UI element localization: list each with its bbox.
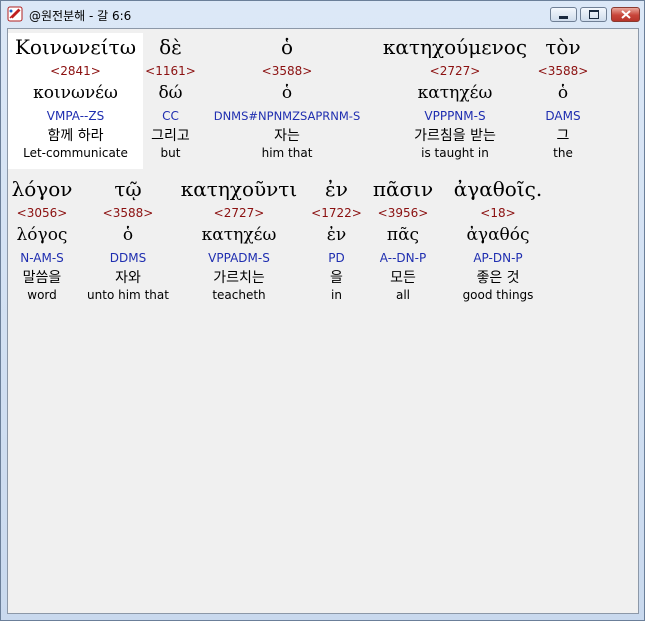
korean-gloss: 자와 <box>115 270 141 286</box>
greek-word[interactable]: ὁ <box>198 33 376 61</box>
lemma: κατηχέω <box>201 225 277 245</box>
korean-gloss: 좋은 것 <box>476 270 520 286</box>
word-block[interactable]: λόγον <3056> λόγος N-AM-S 말씀을 word <box>8 175 76 303</box>
greek-word[interactable]: ἐν <box>304 175 369 203</box>
strong-number[interactable]: <3588> <box>198 61 376 81</box>
greek-word[interactable]: δὲ <box>143 33 198 61</box>
lemma: λόγος <box>16 225 68 245</box>
maximize-button[interactable] <box>580 7 607 22</box>
word-block[interactable]: κατηχούμενος <2727> κατηχέω VPPPNM-S 가르침… <box>376 33 534 161</box>
korean-gloss: 가르침을 받는 <box>414 128 496 144</box>
morphology-code[interactable]: DDMS <box>82 247 174 269</box>
greek-word[interactable]: Κοινωνείτω <box>8 33 143 61</box>
word-block[interactable]: τὸν <3588> ὁ DAMS 그 the <box>534 33 592 161</box>
minimize-icon <box>559 15 568 19</box>
app-window: @원전분해 - 갈 6:6 Κοινωνείτω <2841> κοινωνέω… <box>0 0 645 621</box>
word-block[interactable]: πᾶσιν <3956> πᾶς A--DN-P 모든 all <box>369 175 437 303</box>
strong-number[interactable]: <3056> <box>8 203 76 223</box>
lemma: ὁ <box>281 83 293 103</box>
close-icon <box>620 10 631 19</box>
strong-number[interactable]: <2727> <box>174 203 304 223</box>
english-gloss: unto him that <box>87 288 169 302</box>
lemma: ὁ <box>122 225 134 245</box>
strong-number[interactable]: <2727> <box>376 61 534 81</box>
morphology-code[interactable]: A--DN-P <box>369 247 437 269</box>
greek-word[interactable]: πᾶσιν <box>369 175 437 203</box>
morphology-code[interactable]: N-AM-S <box>8 247 76 269</box>
title-bar[interactable]: @원전분해 - 갈 6:6 <box>1 1 644 29</box>
english-gloss: good things <box>462 288 534 302</box>
close-button[interactable] <box>611 7 640 22</box>
strong-number[interactable]: <3588> <box>82 203 174 223</box>
app-icon <box>7 6 23 22</box>
strong-number[interactable]: <3956> <box>369 203 437 223</box>
morphology-code[interactable]: VMPA--ZS <box>8 105 143 127</box>
lemma: πᾶς <box>386 225 420 245</box>
morphology-code[interactable]: PD <box>304 247 369 269</box>
korean-gloss: 그 <box>556 128 570 144</box>
lemma: κοινωνέω <box>33 83 118 103</box>
word-block[interactable]: δὲ <1161> δώ CC 그리고 but <box>143 33 198 161</box>
morphology-code[interactable]: VPPPNM-S <box>376 105 534 127</box>
english-gloss: but <box>160 146 181 160</box>
english-gloss: Let-communicate <box>23 146 128 160</box>
word-block[interactable]: τῷ <3588> ὁ DDMS 자와 unto him that <box>82 175 174 303</box>
morphology-code[interactable]: AP-DN-P <box>448 247 548 269</box>
interlinear-panel[interactable]: Κοινωνείτω <2841> κοινωνέω VMPA--ZS 함께 하… <box>7 28 639 614</box>
strong-number[interactable]: <2841> <box>8 61 143 81</box>
greek-word[interactable]: ἀγαθοῖς. <box>448 175 548 203</box>
word-block[interactable]: κατηχοῦντι <2727> κατηχέω VPPADM-S 가르치는 … <box>174 175 304 303</box>
english-gloss: is taught in <box>421 146 489 160</box>
english-gloss: him that <box>261 146 313 160</box>
korean-gloss: 모든 <box>390 270 416 286</box>
english-gloss: all <box>395 288 411 302</box>
lemma: ὁ <box>557 83 569 103</box>
korean-gloss: 함께 하라 <box>47 128 104 144</box>
korean-gloss: 자는 <box>274 128 300 144</box>
word-block[interactable]: ὁ <3588> ὁ DNMS#NPNMZSAPRNM-S 자는 him tha… <box>198 33 376 161</box>
greek-word[interactable]: λόγον <box>8 175 76 203</box>
english-gloss: in <box>331 288 342 302</box>
english-gloss: word <box>27 288 57 302</box>
korean-gloss: 그리고 <box>151 128 190 144</box>
lemma: δώ <box>158 83 183 103</box>
maximize-icon <box>588 10 599 19</box>
korean-gloss: 가르치는 <box>213 270 265 286</box>
strong-number[interactable]: <18> <box>448 203 548 223</box>
korean-gloss: 을 <box>330 270 343 286</box>
greek-word[interactable]: κατηχοῦντι <box>174 175 304 203</box>
morphology-code[interactable]: DAMS <box>534 105 592 127</box>
word-block[interactable]: ἀγαθοῖς. <18> ἀγαθός AP-DN-P 좋은 것 good t… <box>448 175 548 303</box>
minimize-button[interactable] <box>550 7 577 22</box>
korean-gloss: 말씀을 <box>22 270 62 286</box>
word-block[interactable]: ἐν <1722> ἐν PD 을 in <box>304 175 369 303</box>
word-block[interactable]: Κοινωνείτω <2841> κοινωνέω VMPA--ZS 함께 하… <box>8 33 143 169</box>
lemma: ἐν <box>326 225 347 245</box>
greek-word[interactable]: τὸν <box>534 33 592 61</box>
english-gloss: the <box>553 146 573 160</box>
strong-number[interactable]: <1722> <box>304 203 369 223</box>
strong-number[interactable]: <1161> <box>143 61 198 81</box>
greek-word[interactable]: κατηχούμενος <box>376 33 534 61</box>
greek-word[interactable]: τῷ <box>82 175 174 203</box>
lemma: κατηχέω <box>417 83 493 103</box>
morphology-code[interactable]: CC <box>143 105 198 127</box>
morphology-code[interactable]: VPPADM-S <box>174 247 304 269</box>
morphology-code[interactable]: DNMS#NPNMZSAPRNM-S <box>198 105 376 127</box>
window-title: @원전분해 - 갈 6:6 <box>29 9 132 23</box>
english-gloss: teacheth <box>212 288 266 302</box>
strong-number[interactable]: <3588> <box>534 61 592 81</box>
lemma: ἀγαθός <box>466 225 530 245</box>
